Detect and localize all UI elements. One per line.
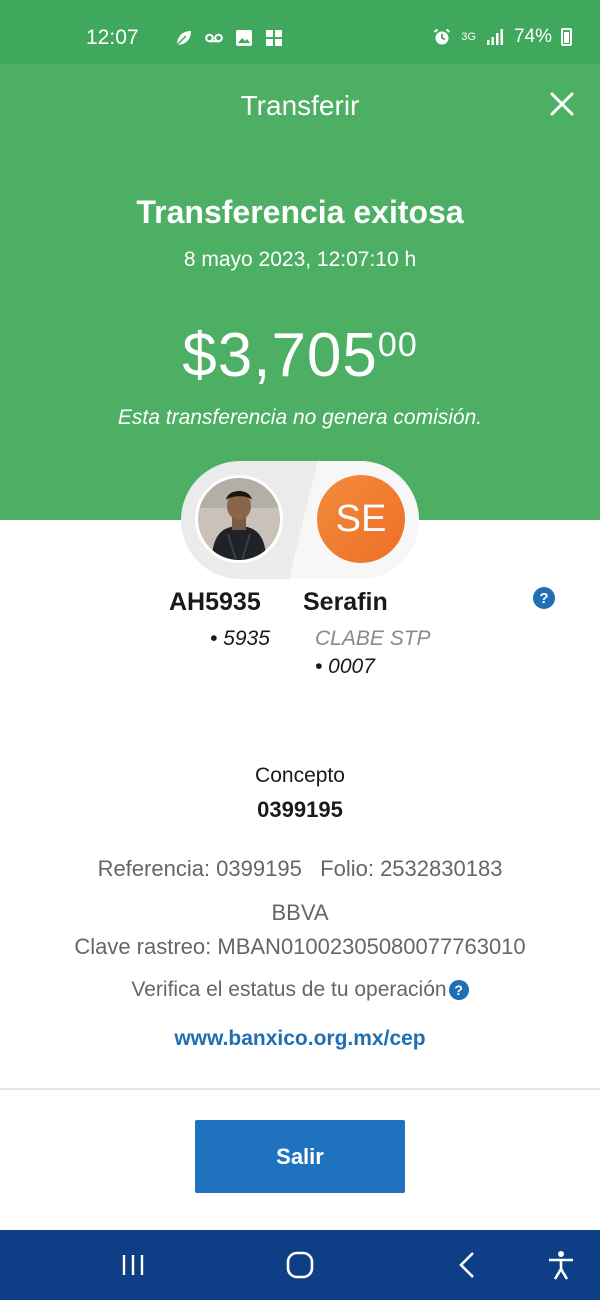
recipient-bank: CLABE STP — [315, 627, 431, 650]
sender-avatar — [195, 475, 283, 563]
notification-icons — [174, 28, 284, 48]
grid-icon — [266, 30, 282, 46]
concept-label: Concepto — [255, 764, 345, 787]
voicemail-icon — [205, 33, 223, 43]
status-time: 12:07 — [86, 26, 139, 49]
divider — [0, 1088, 600, 1090]
exit-button[interactable]: Salir — [195, 1120, 405, 1193]
system-nav-bar — [0, 1230, 600, 1300]
recent-apps-icon[interactable] — [116, 1248, 150, 1282]
tracking-key: Clave rastreo: MBAN01002305080077763010 — [74, 934, 526, 959]
success-title: Transferencia exitosa — [136, 194, 464, 230]
status-bar: 12:07 3G 74% — [0, 0, 600, 64]
battery-percent: 74% — [513, 26, 552, 47]
home-icon[interactable] — [283, 1248, 317, 1282]
verify-status: Verifica el estatus de tu operación? — [0, 978, 600, 1002]
sender-name: AH5935 — [169, 588, 261, 616]
verify-text: Verifica el estatus de tu operación — [131, 978, 447, 1001]
verify-help-icon[interactable]: ? — [448, 980, 469, 1001]
leaf-icon — [176, 31, 191, 46]
receipt-header: Transferir Transferencia exitosa 8 mayo … — [0, 64, 600, 520]
banxico-link[interactable]: www.banxico.org.mx/cep — [0, 1027, 600, 1051]
transfer-datetime: 8 mayo 2023, 12:07:10 h — [183, 248, 417, 271]
sender-account: • 5935 — [210, 627, 270, 650]
recipient-avatar: SE — [317, 475, 405, 563]
battery-icon — [561, 28, 572, 46]
network-type: 3G — [461, 31, 476, 43]
reference-folio: Referencia: 0399195 Folio: 2532830183 — [97, 856, 503, 881]
system-icons: 3G 74% — [432, 26, 572, 48]
bank-name: BBVA — [271, 900, 329, 925]
page-title: Transferir — [240, 90, 360, 121]
parties-avatars: SE — [181, 461, 419, 579]
fee-note: Esta transferencia no genera comisión. — [117, 406, 483, 429]
recipient-name: Serafin — [303, 588, 388, 616]
back-icon[interactable] — [452, 1248, 486, 1282]
concept-value: 0399195 — [257, 797, 343, 822]
accessibility-icon[interactable] — [544, 1248, 578, 1282]
alarm-icon — [434, 28, 451, 45]
image-icon — [236, 30, 252, 46]
amount-main: $3,705 — [182, 321, 378, 390]
close-icon[interactable] — [548, 90, 576, 118]
help-icon[interactable]: ? — [533, 587, 555, 609]
transfer-amount: $3,70500 — [0, 320, 600, 391]
signal-icon — [486, 29, 503, 45]
amount-cents: 00 — [377, 326, 418, 364]
recipient-account: • 0007 — [315, 655, 375, 678]
person-photo-icon — [198, 478, 280, 560]
